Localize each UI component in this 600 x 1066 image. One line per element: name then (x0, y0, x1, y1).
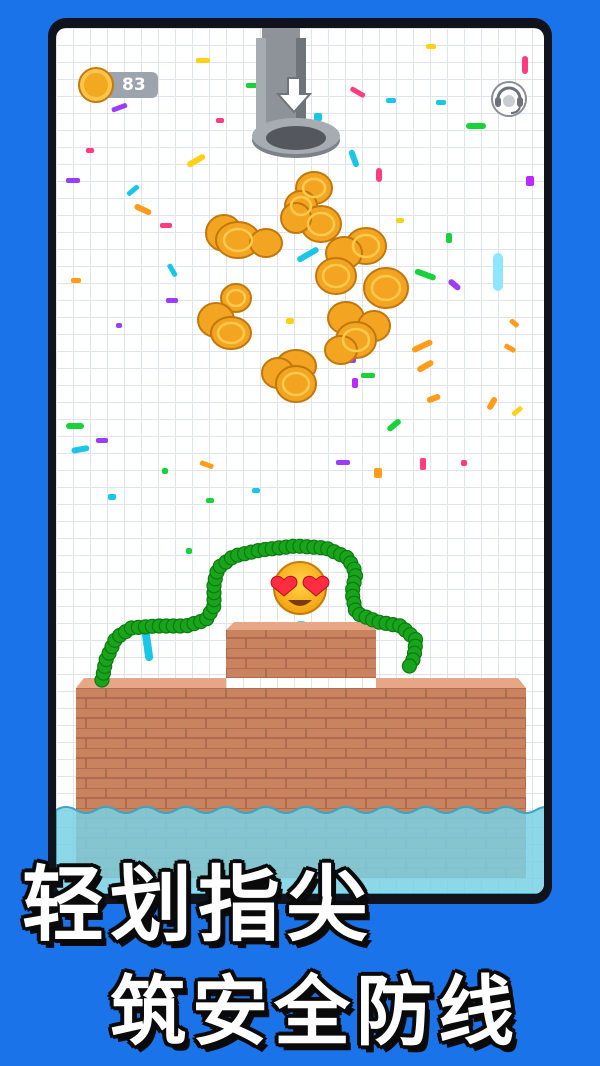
game-screen[interactable]: 83 (56, 28, 544, 894)
coin-counter: 83 (78, 67, 158, 103)
headset-support-icon (491, 81, 527, 117)
support-button[interactable] (490, 80, 528, 118)
heart-eyes-emoji (270, 561, 330, 615)
falling-coins (197, 171, 409, 403)
game-scene (56, 28, 544, 894)
rope-bead (401, 658, 417, 674)
promo-headline-line1: 轻划指尖 (22, 858, 375, 953)
coin-icon (78, 67, 114, 103)
phone-frame: 83 (48, 18, 552, 904)
promo-headline-line2: 筑安全防线 (110, 967, 520, 1056)
